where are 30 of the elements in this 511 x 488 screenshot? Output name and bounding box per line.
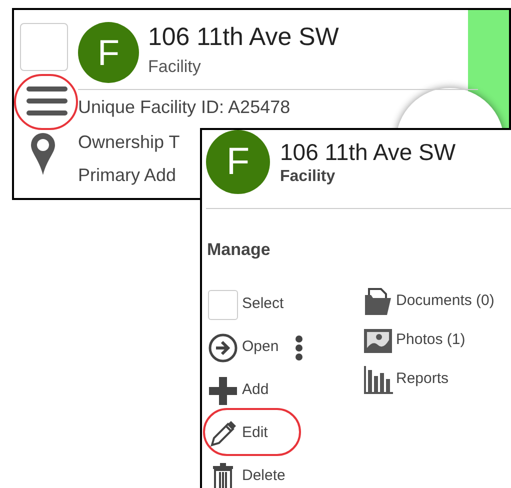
- facility-title: 106 11th Ave SW: [280, 138, 456, 166]
- checkbox[interactable]: [20, 23, 68, 71]
- delete-action[interactable]: Delete: [242, 465, 286, 488]
- photo-icon: [363, 328, 393, 354]
- location-pin-icon: [30, 132, 56, 176]
- photos-link[interactable]: Photos (1): [396, 329, 466, 352]
- facility-field: Unique Facility ID: A25478: [78, 95, 290, 119]
- avatar: F: [206, 130, 270, 194]
- more-icon[interactable]: [294, 334, 303, 360]
- reports-link[interactable]: Reports: [396, 368, 449, 391]
- facility-type: Facility: [148, 56, 202, 78]
- folder-icon: [363, 286, 393, 316]
- pencil-icon: [209, 420, 237, 448]
- documents-link[interactable]: Documents (0): [396, 290, 494, 313]
- plus-icon: [208, 376, 238, 406]
- checkbox[interactable]: [208, 290, 238, 320]
- edit-action[interactable]: Edit: [242, 422, 268, 445]
- avatar: F: [78, 22, 139, 83]
- facility-title: 106 11th Ave SW: [148, 22, 339, 52]
- section-heading: Manage: [207, 239, 270, 261]
- select-action[interactable]: Select: [242, 293, 284, 316]
- bar-chart-icon: [363, 366, 393, 394]
- facility-field: Primary Add: [78, 163, 176, 187]
- facility-type: Facility: [280, 167, 336, 187]
- open-action[interactable]: Open: [242, 336, 279, 359]
- add-action[interactable]: Add: [242, 379, 269, 402]
- menu-icon[interactable]: [24, 84, 70, 118]
- facility-field: Ownership T: [78, 130, 180, 154]
- arrow-circle-icon: [208, 332, 238, 362]
- trash-icon: [212, 462, 234, 488]
